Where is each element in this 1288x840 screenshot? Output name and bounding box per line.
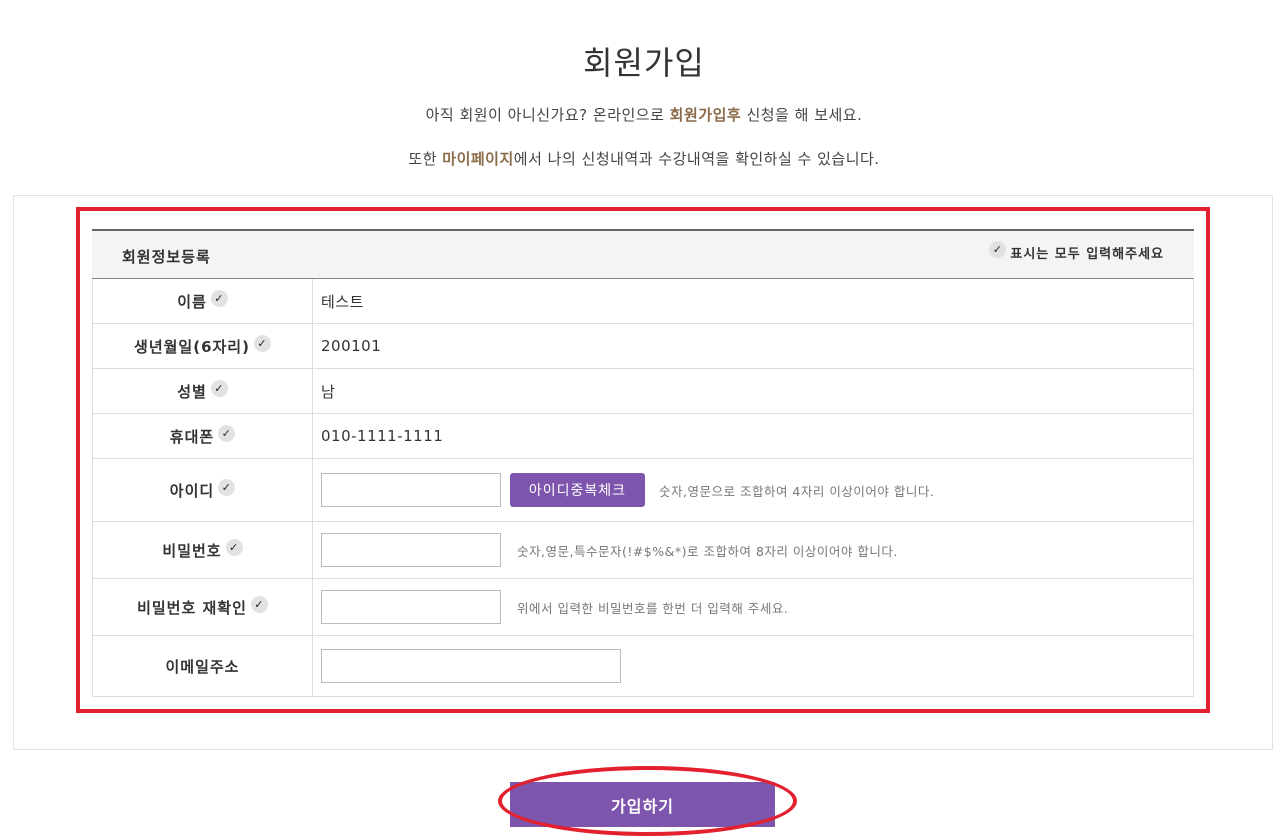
required-check-icon: ✓ [210, 289, 228, 307]
userid-label: 아이디 ✓ [93, 459, 313, 521]
required-check-icon: ✓ [218, 478, 236, 496]
row-email: 이메일주소 [92, 636, 1194, 697]
password-hint: 숫자,영문,특수문자(!#$%&*)로 조합하여 8자리 이상이어야 합니다. [517, 543, 898, 559]
password-input[interactable] [321, 533, 501, 567]
intro-line-2: 또한 마이페이지에서 나의 신청내역과 수강내역을 확인하실 수 있습니다. [408, 150, 880, 168]
password-confirm-hint: 위에서 입력한 비밀번호를 한번 더 입력해 주세요. [517, 600, 789, 616]
birth-value: 200101 [321, 337, 382, 355]
signup-highlight: 회원가입후 [669, 106, 742, 124]
row-password-confirm: 비밀번호 재확인 ✓ 위에서 입력한 비밀번호를 한번 더 입력해 주세요. [92, 579, 1194, 636]
required-check-icon: ✓ [250, 595, 268, 613]
signup-submit-button[interactable]: 가입하기 [510, 782, 775, 827]
required-note: ✓ 표시는 모두 입력해주세요 [989, 241, 1164, 262]
phone-value: 010-1111-1111 [321, 427, 444, 445]
page-title: 회원가입 [583, 44, 705, 82]
name-value: 테스트 [321, 292, 364, 311]
required-check-icon: ✓ [210, 379, 228, 397]
row-phone: 휴대폰 ✓ 010-1111-1111 [92, 414, 1194, 459]
row-birth: 생년월일(6자리) ✓ 200101 [92, 324, 1194, 369]
userid-input[interactable] [321, 473, 501, 507]
password-cell: 숫자,영문,특수문자(!#$%&*)로 조합하여 8자리 이상이어야 합니다. [313, 522, 1193, 578]
intro-line-1: 아직 회원이 아니신가요? 온라인으로 회원가입후 신청을 해 보세요. [425, 106, 863, 124]
row-userid: 아이디 ✓ 아이디중복체크 숫자,영문으로 조합하여 4자리 이상이어야 합니다. [92, 459, 1194, 522]
row-password: 비밀번호 ✓ 숫자,영문,특수문자(!#$%&*)로 조합하여 8자리 이상이어야… [92, 522, 1194, 579]
gender-value: 남 [321, 382, 336, 401]
password-label: 비밀번호 ✓ [93, 522, 313, 578]
email-input[interactable] [321, 649, 621, 683]
birth-label: 생년월일(6자리) ✓ [93, 324, 313, 368]
required-check-icon: ✓ [989, 241, 1007, 258]
userid-duplicate-check-button[interactable]: 아이디중복체크 [510, 473, 645, 507]
required-check-icon: ✓ [218, 424, 236, 442]
email-label: 이메일주소 [93, 636, 313, 696]
required-check-icon: ✓ [253, 334, 271, 352]
form-header: 회원정보등록 ✓ 표시는 모두 입력해주세요 [92, 231, 1194, 279]
mypage-highlight: 마이페이지 [442, 150, 514, 168]
phone-label: 휴대폰 ✓ [93, 414, 313, 458]
password-confirm-input[interactable] [321, 590, 501, 624]
password-confirm-cell: 위에서 입력한 비밀번호를 한번 더 입력해 주세요. [313, 579, 1193, 635]
required-check-icon: ✓ [225, 538, 243, 556]
gender-label: 성별 ✓ [93, 369, 313, 413]
password-confirm-label: 비밀번호 재확인 ✓ [93, 579, 313, 635]
userid-cell: 아이디중복체크 숫자,영문으로 조합하여 4자리 이상이어야 합니다. [313, 459, 1193, 521]
userid-hint: 숫자,영문으로 조합하여 4자리 이상이어야 합니다. [659, 483, 935, 499]
name-label: 이름 ✓ [93, 279, 313, 323]
row-gender: 성별 ✓ 남 [92, 369, 1194, 414]
member-info-form: 회원정보등록 ✓ 표시는 모두 입력해주세요 이름 ✓ 테스트 생년월일(6자리)… [92, 229, 1194, 697]
email-cell [313, 636, 1193, 696]
form-header-title: 회원정보등록 [122, 248, 211, 266]
row-name: 이름 ✓ 테스트 [92, 279, 1194, 324]
